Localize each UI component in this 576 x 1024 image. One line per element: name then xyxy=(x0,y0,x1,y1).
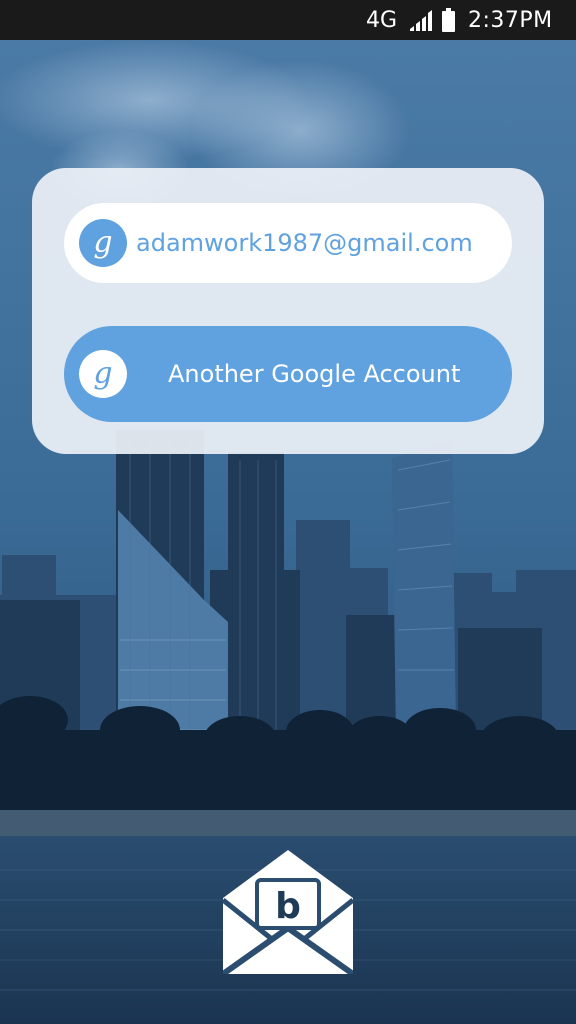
add-google-account-button[interactable]: g Another Google Account xyxy=(64,326,512,422)
network-indicator: 4G xyxy=(366,8,398,33)
logo-glyph: b xyxy=(275,886,301,927)
envelope-b-logo-icon: b xyxy=(223,850,353,974)
google-g-icon: g xyxy=(79,350,127,398)
signal-icon xyxy=(410,10,432,31)
status-bar: 4G 2:37PM xyxy=(0,0,576,40)
account-picker-card: g adamwork1987@gmail.com g Another Googl… xyxy=(32,168,544,454)
screen: 4G 2:37PM g adamwork1987@gmail.com g Ano… xyxy=(0,0,576,1024)
google-g-icon: g xyxy=(79,219,127,267)
account-button-existing[interactable]: g adamwork1987@gmail.com xyxy=(64,203,512,283)
account-email: adamwork1987@gmail.com xyxy=(136,229,473,257)
battery-icon xyxy=(442,8,455,32)
add-account-label: Another Google Account xyxy=(168,360,461,388)
clock: 2:37PM xyxy=(468,8,553,33)
